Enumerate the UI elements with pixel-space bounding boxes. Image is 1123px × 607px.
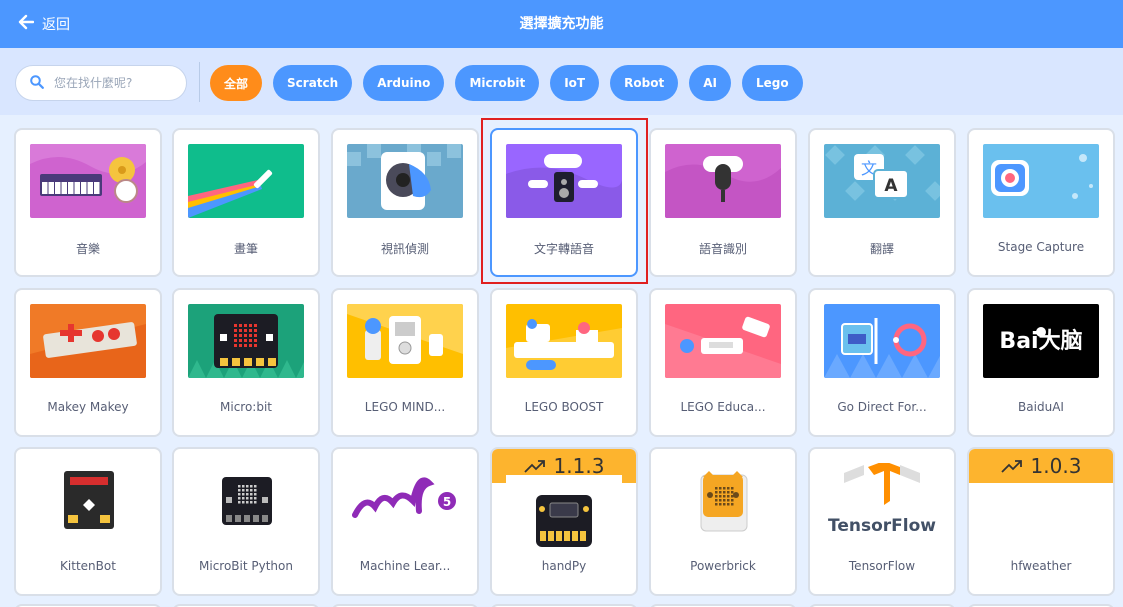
category-tag-lego[interactable]: Lego [741, 65, 803, 101]
extension-grid: 音樂 畫筆 視訊偵測 文字轉語音 語音識別 文 A 翻譯 Stage Capture Makey … [0, 115, 1123, 607]
extension-label: Stage Capture [997, 240, 1085, 254]
search-box[interactable] [15, 65, 187, 101]
extension-card-powerbrick[interactable]: Powerbrick [649, 447, 797, 596]
extension-card-machine-lear[interactable]: 5 Machine Lear... [331, 447, 479, 596]
extension-card-go-direct-for[interactable]: Go Direct For... [808, 288, 956, 437]
extension-card-2[interactable]: 視訊偵測 [331, 128, 479, 277]
extension-label: LEGO MIND... [364, 400, 446, 414]
extension-card-microbit-python[interactable]: MicroBit Python [172, 447, 320, 596]
extension-label: KittenBot [60, 559, 116, 573]
extension-card-1[interactable]: 畫筆 [172, 128, 320, 277]
extension-label: Micro:bit [220, 400, 272, 414]
extension-card-hfweather[interactable]: 1.0.3 hfweather [967, 447, 1115, 596]
lego-mindstorms-icon [347, 304, 463, 378]
music-keyboard-icon [30, 144, 146, 218]
extension-label: 翻譯 [869, 242, 894, 256]
extension-label: Go Direct For... [837, 400, 927, 414]
extension-card-kittenbot[interactable]: KittenBot [14, 447, 162, 596]
category-tag-iot[interactable]: IoT [550, 65, 600, 101]
baidu-brain-logo: Bai大脑 [983, 304, 1099, 378]
extension-card-micro-bit[interactable]: Micro:bit [172, 288, 320, 437]
extension-label: 視訊偵測 [380, 242, 429, 256]
video-sensing-icon [347, 144, 463, 218]
extension-label: TensorFlow [848, 559, 916, 573]
extension-card-stage-capture[interactable]: Stage Capture [967, 128, 1115, 277]
extension-label: 畫筆 [233, 242, 258, 256]
extension-label: MicroBit Python [199, 559, 293, 573]
powerbrick-icon [665, 463, 781, 537]
extension-label: handPy [541, 559, 587, 573]
makey-makey-board-icon [30, 304, 146, 378]
extension-label: Powerbrick [690, 559, 756, 573]
extension-card-4[interactable]: 語音識別 [649, 128, 797, 277]
version-badge: 1.0.3 [969, 449, 1113, 483]
text-to-speech-icon [506, 144, 622, 218]
extension-label: BaiduAI [1018, 400, 1064, 414]
extension-label: 音樂 [75, 242, 100, 256]
extension-label: LEGO Educa... [680, 400, 766, 414]
translate-icon: 文A [824, 144, 940, 218]
category-tag-scratch[interactable]: Scratch [273, 65, 353, 101]
extension-label: Makey Makey [47, 400, 129, 414]
extension-label: 語音識別 [698, 242, 747, 256]
extension-card-3[interactable]: 文字轉語音 [490, 128, 638, 277]
extension-label: hfweather [1010, 559, 1072, 573]
microbit-python-icon [188, 463, 304, 537]
extension-card-handpy[interactable]: 1.1.3 handPy [490, 447, 638, 596]
tensorflow-logo: TensorFlow [824, 463, 940, 537]
filter-bar: 全部 Scratch Arduino Microbit IoT Robot AI Lego [0, 48, 1123, 115]
svg-text:A: A [884, 176, 898, 196]
category-tag-microbit[interactable]: Microbit [455, 65, 540, 101]
trend-up-icon [523, 460, 545, 473]
extension-card-0[interactable]: 音樂 [14, 128, 162, 277]
pen-rainbow-icon [188, 144, 304, 218]
svg-text:5: 5 [443, 495, 451, 509]
category-tag-arduino[interactable]: Arduino [363, 65, 445, 101]
search-icon [30, 74, 44, 93]
extension-card-lego-educa[interactable]: LEGO Educa... [649, 288, 797, 437]
page-title: 選擇擴充功能 [519, 16, 604, 32]
extension-card-lego-mind[interactable]: LEGO MIND... [331, 288, 479, 437]
extension-card-makey-makey[interactable]: Makey Makey [14, 288, 162, 437]
extension-label: Machine Lear... [359, 559, 451, 573]
microphone-icon [665, 144, 781, 218]
camera-icon [983, 144, 1099, 218]
extension-card-lego-boost[interactable]: LEGO BOOST [490, 288, 638, 437]
extension-card-tensorflow[interactable]: TensorFlow TensorFlow [808, 447, 956, 596]
header-bar: 返回 選擇擴充功能 [0, 0, 1123, 48]
handpy-board-icon [506, 475, 622, 549]
lego-education-icon [665, 304, 781, 378]
microbit-board-icon [188, 304, 304, 378]
lego-boost-icon [506, 304, 622, 378]
category-tag-robot[interactable]: Robot [610, 65, 679, 101]
extension-card-5[interactable]: 文 A 翻譯 [808, 128, 956, 277]
search-input[interactable] [54, 76, 164, 90]
svg-text:TensorFlow: TensorFlow [828, 516, 936, 536]
category-tag-all[interactable]: 全部 [210, 65, 263, 101]
extension-label: LEGO BOOST [524, 400, 604, 414]
extension-label: 文字轉語音 [533, 242, 594, 256]
version-number: 1.0.3 [1030, 454, 1082, 478]
kittenbot-board-icon [30, 463, 146, 537]
category-tag-ai[interactable]: AI [689, 65, 731, 101]
trend-up-icon [1000, 460, 1022, 473]
category-tags: 全部 Scratch Arduino Microbit IoT Robot AI Lego [210, 65, 803, 101]
ml5-logo: 5 [347, 463, 463, 537]
extension-card-baiduai[interactable]: Bai大脑 BaiduAI [967, 288, 1115, 437]
filter-divider [199, 62, 200, 102]
force-sensor-icon [824, 304, 940, 378]
